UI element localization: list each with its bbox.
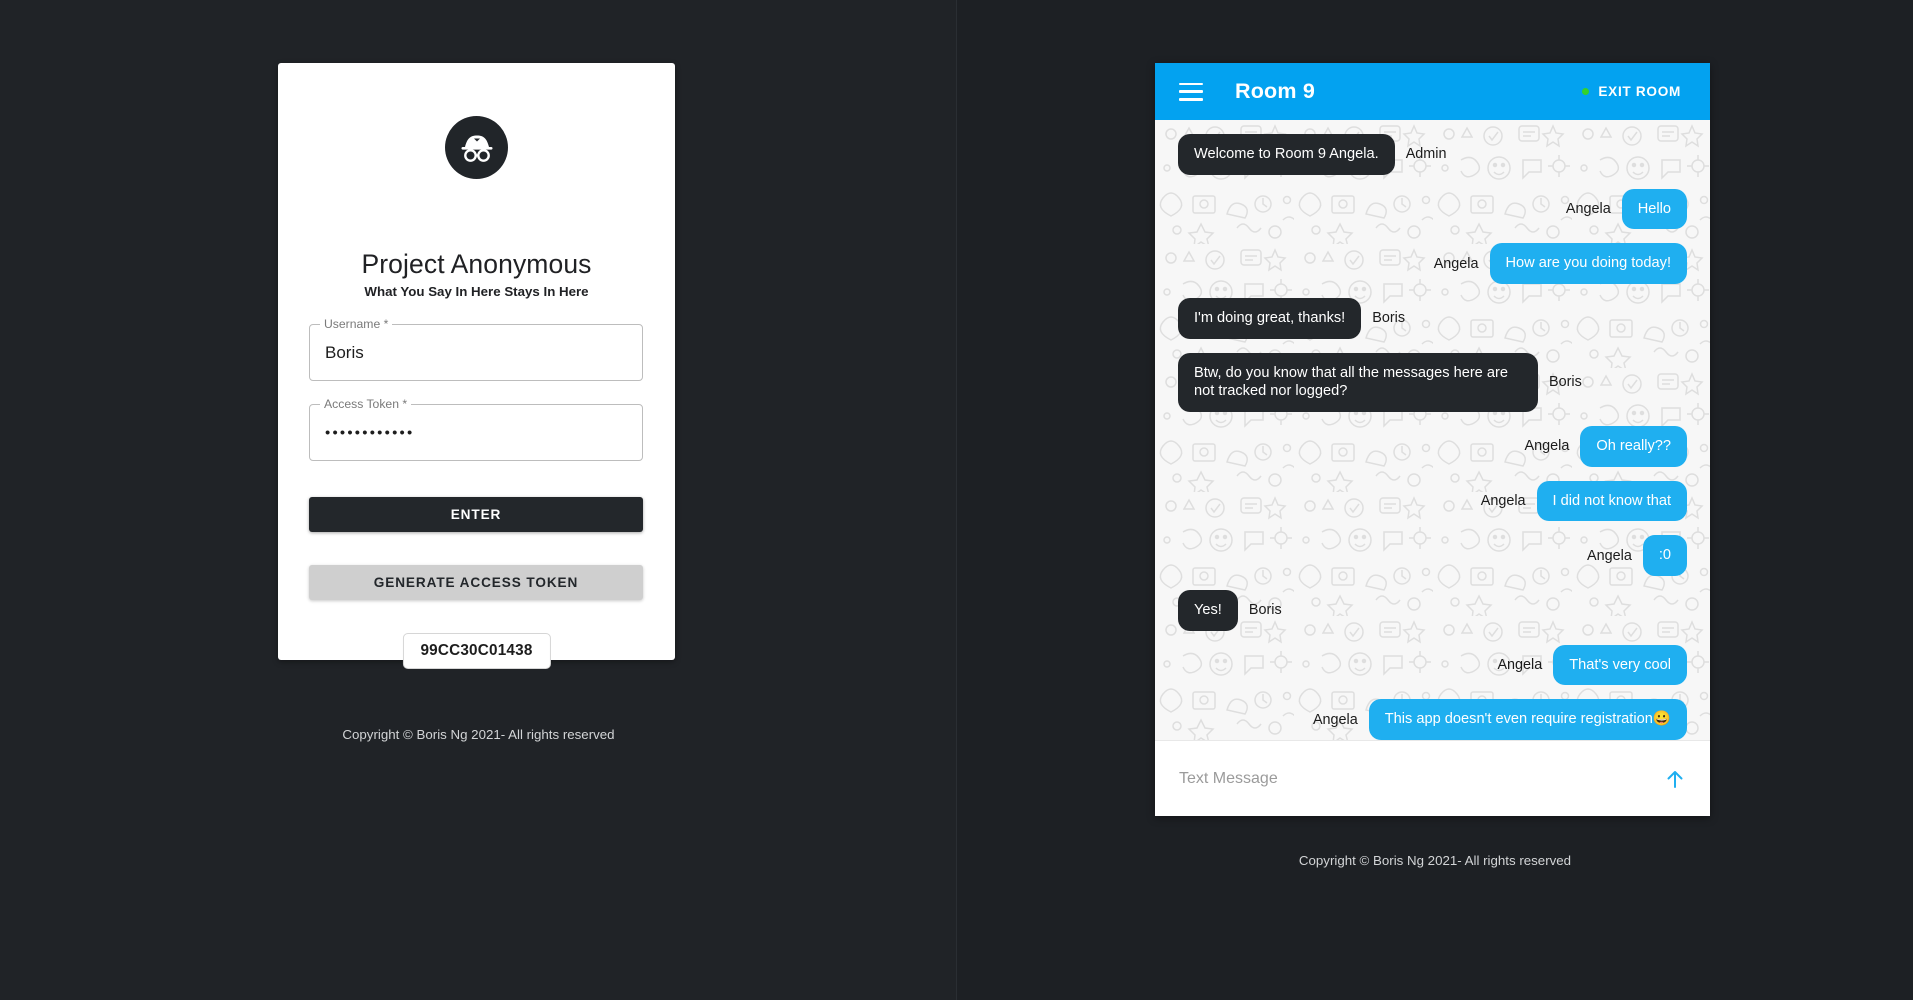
message-bubble: Btw, do you know that all the messages h… [1178,352,1538,413]
message-sender-label: Angela [1480,493,1526,510]
chat-window: Room 9 EXIT ROOM Welcome to Room 9 Angel… [1155,63,1710,816]
arrow-up-send-icon[interactable] [1664,768,1686,790]
message-sender-label: Boris [1248,602,1282,619]
message-bubble: :0 [1642,535,1687,577]
exit-room-button[interactable]: EXIT ROOM [1582,84,1681,99]
online-status-dot-icon [1582,88,1590,95]
room-title: Room 9 [1235,79,1316,103]
message-sender-label: Angela [1312,711,1358,728]
message-row: Angela I did not know that [1155,480,1710,522]
message-bubble: Hello [1621,188,1687,230]
username-field-value: Boris [325,342,364,362]
message-input-placeholder: Text Message [1179,769,1278,787]
footer-right: Copyright © Boris Ng 2021- All rights re… [1298,853,1572,868]
app-root: Project Anonymous What You Say In Here S… [0,0,1913,1000]
message-bubble: That's very cool [1553,644,1687,686]
footer-left: Copyright © Boris Ng 2021- All rights re… [342,727,615,742]
message-sender-label: Angela [1433,255,1479,272]
message-row: Angela How are you doing today! [1155,243,1710,285]
incognito-hat-glasses-icon [445,116,508,179]
message-bubble: This app doesn't even require registrati… [1368,699,1687,740]
message-bubble: Yes! [1178,590,1238,631]
username-field-label: Username * [320,316,393,332]
message-input-bar[interactable]: Text Message [1155,740,1710,816]
exit-room-label: EXIT ROOM [1598,84,1681,99]
access-token-field-label: Access Token * [320,396,412,412]
message-row: Welcome to Room 9 Angela. Admin [1155,134,1710,175]
message-bubble: How are you doing today! [1489,243,1687,285]
message-row: Yes! Boris [1155,590,1710,631]
message-sender-label: Boris [1549,374,1582,391]
message-row: Angela This app doesn't even require regi… [1155,699,1710,740]
message-row: Angela That's very cool [1155,644,1710,686]
message-sender-label: Boris [1372,310,1406,327]
logo-container [278,116,675,179]
message-bubble: I'm doing great, thanks! [1178,298,1362,339]
message-row: I'm doing great, thanks! Boris [1155,298,1710,339]
chat-header: Room 9 EXIT ROOM [1155,63,1710,120]
message-bubble: Oh really?? [1580,426,1687,467]
message-row: Angela Hello [1155,188,1710,230]
message-sender-label: Angela [1587,547,1632,564]
message-row: Angela Oh really?? [1155,426,1710,467]
message-bubble: I did not know that [1536,480,1687,522]
panel-divider [956,0,957,1000]
access-token-field-value: •••••••••••• [325,424,415,441]
generated-token-display[interactable]: 99CC30C01438 [402,633,551,669]
message-row: Btw, do you know that all the messages h… [1155,352,1710,413]
username-field[interactable]: Username * Boris [309,316,643,381]
message-bubble: Welcome to Room 9 Angela. [1178,134,1395,175]
message-sender-label: Angela [1497,657,1543,674]
enter-button[interactable]: ENTER [309,497,643,532]
login-card: Project Anonymous What You Say In Here S… [278,63,675,669]
page-title: Project Anonymous [361,249,592,279]
page-tagline: What You Say In Here Stays In Here [364,284,589,299]
generate-access-token-button[interactable]: GENERATE ACCESS TOKEN [309,565,643,600]
message-sender-label: Admin [1405,146,1447,163]
message-row: Angela :0 [1155,535,1710,577]
message-list[interactable]: Welcome to Room 9 Angela. Admin Angela Hell… [1155,120,1710,740]
message-sender-label: Angela [1565,201,1611,217]
access-token-field[interactable]: Access Token * •••••••••••• [309,396,643,461]
hamburger-menu-icon[interactable] [1179,82,1203,101]
message-sender-label: Angela [1524,438,1570,455]
